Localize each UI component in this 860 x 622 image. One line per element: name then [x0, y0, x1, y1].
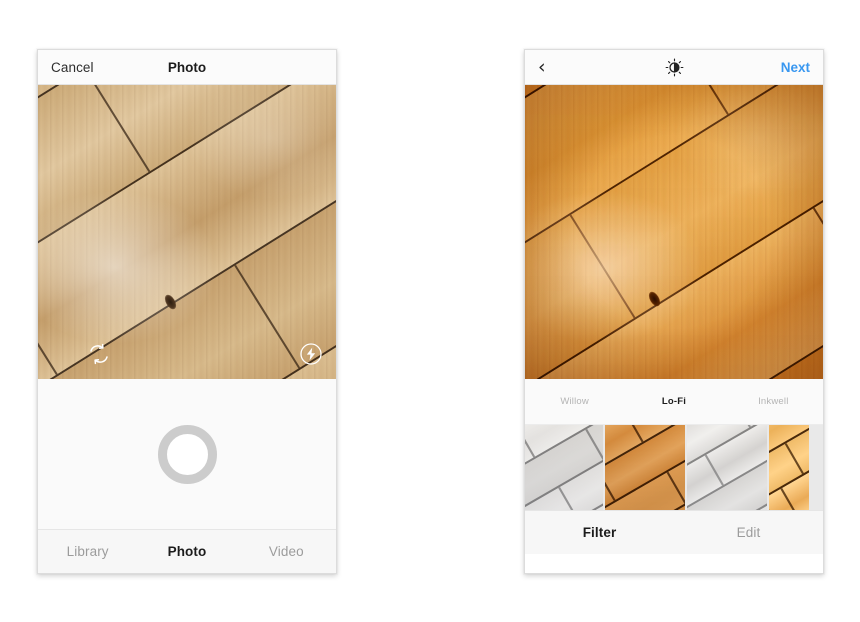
filter-topbar: ‹ Next: [525, 50, 823, 85]
plank-seam: [666, 472, 685, 504]
plank-seam: [558, 487, 578, 510]
thumb-wood-texture: [605, 425, 685, 510]
annotation-content: Content: [385, 205, 482, 233]
camera-capture-screen: Cancel Photo Library Photo Video: [37, 49, 337, 574]
plank-seam: [623, 425, 644, 443]
thumb-wood-texture: [525, 425, 603, 510]
filter-label-willow[interactable]: Willow: [525, 396, 624, 407]
filter-thumb-2[interactable]: [605, 425, 687, 510]
plank-seam: [234, 265, 300, 369]
filter-label-inkwell[interactable]: Inkwell: [724, 396, 823, 407]
back-button[interactable]: ‹: [538, 57, 546, 77]
annotation-user-controls: User Controls: [352, 443, 522, 471]
flash-icon[interactable]: [299, 342, 323, 366]
plank-seam: [780, 488, 800, 510]
plank-seam: [704, 454, 725, 486]
filter-edit-tabbar: Filter Edit: [525, 510, 823, 554]
brightness-sun-icon-wrap: [525, 58, 823, 77]
filter-label-lofi[interactable]: Lo-Fi: [624, 396, 723, 407]
plank-seam: [38, 271, 58, 376]
flip-camera-icon[interactable]: [87, 342, 111, 366]
camera-controls-area: [38, 379, 336, 529]
wood-floor-texture: [38, 85, 336, 379]
filter-thumb-4[interactable]: [769, 425, 811, 510]
shutter-button[interactable]: [157, 424, 217, 484]
tab-filter[interactable]: Filter: [525, 525, 674, 540]
plank-seam: [585, 428, 603, 461]
brightness-sun-icon[interactable]: [665, 58, 684, 77]
plank-seam: [662, 85, 729, 116]
thumb-wood-texture: [687, 425, 767, 510]
plank-seam: [525, 426, 535, 458]
next-button[interactable]: Next: [781, 60, 810, 75]
tab-edit[interactable]: Edit: [674, 525, 823, 540]
plank-seam: [569, 214, 636, 319]
plank-seam: [731, 425, 752, 428]
cancel-button[interactable]: Cancel: [51, 60, 94, 75]
plank-seam: [605, 469, 617, 502]
filtered-photo-preview[interactable]: [525, 85, 823, 379]
tab-library[interactable]: Library: [38, 544, 137, 559]
tab-photo[interactable]: Photo: [137, 544, 236, 559]
camera-topbar: Cancel Photo: [38, 50, 336, 85]
filter-thumb-1[interactable]: [525, 425, 605, 510]
filter-name-row: Willow Lo-Fi Inkwell: [525, 379, 823, 425]
plank-seam: [784, 443, 804, 475]
plank-seam: [812, 208, 823, 312]
camera-mode-tabbar: Library Photo Video: [38, 529, 336, 573]
wood-floor-texture: [525, 85, 823, 379]
photo-filter-screen: ‹ Next Willow Lo-Fi Inkwell Filter Edit: [524, 49, 824, 574]
tab-video[interactable]: Video: [237, 544, 336, 559]
camera-viewfinder[interactable]: [38, 85, 336, 379]
thumb-wood-texture: [769, 425, 809, 510]
plank-seam: [84, 85, 151, 173]
filter-thumbnail-strip[interactable]: [525, 425, 823, 510]
filter-thumb-3[interactable]: [687, 425, 769, 510]
